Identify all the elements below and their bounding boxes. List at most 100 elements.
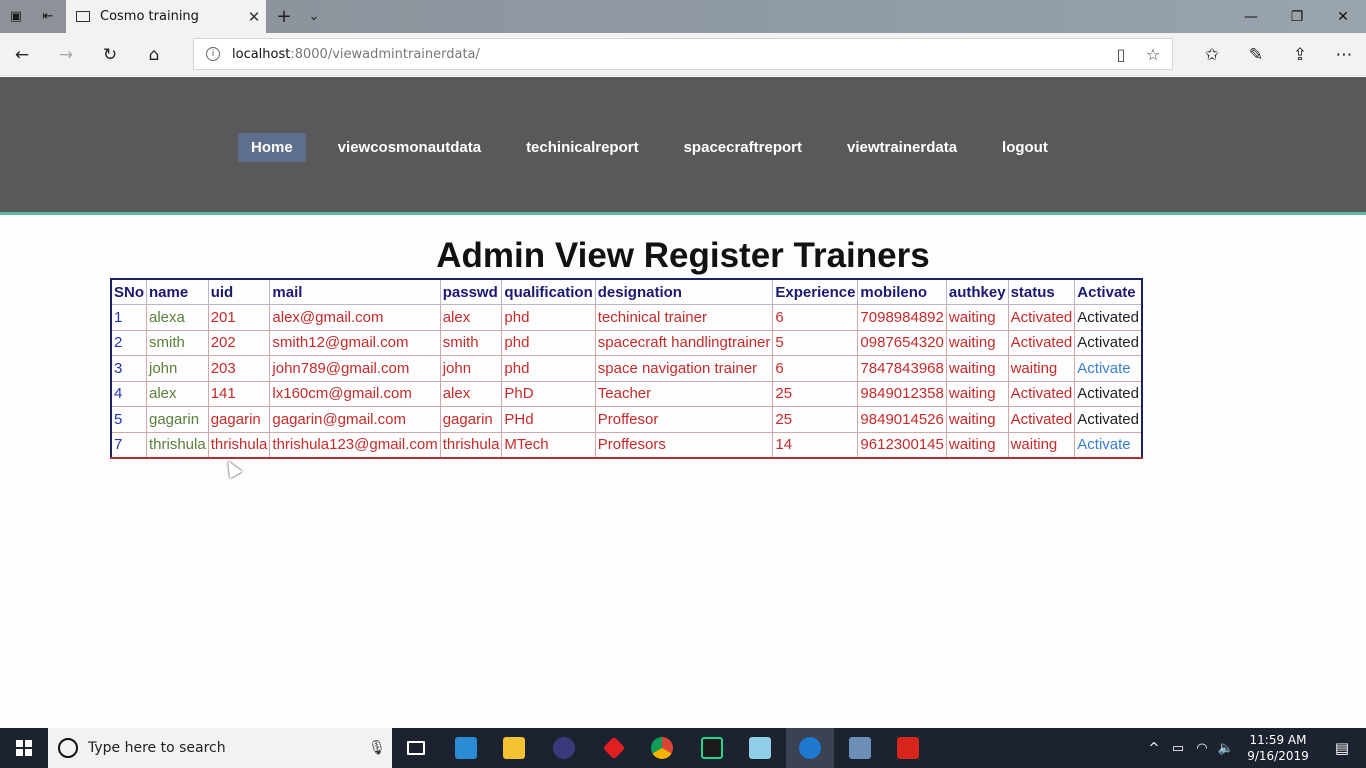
tab-manager-icon[interactable]: ▣ [0,0,32,33]
pycharm-icon[interactable] [688,728,736,768]
favorite-star-icon[interactable]: ☆ [1138,39,1168,69]
cell-authkey: waiting [945,406,1009,433]
more-icon[interactable]: ⋯ [1322,33,1366,76]
browser-tab[interactable]: Cosmo training ✕ [66,0,266,33]
cell-activate: Activate [1074,431,1143,458]
share-icon[interactable]: ⇪ [1278,33,1322,76]
vscode-icon[interactable] [442,728,490,768]
cell-passwd: alex [439,380,503,407]
edge-icon[interactable] [786,728,834,768]
mouse-cursor-icon [221,457,243,479]
table-row: 3 john 203 john789@gmail.com john phd space na… [110,355,1143,382]
wifi-icon[interactable]: ◠ [1190,741,1214,756]
clock[interactable]: 11:59 AM 9/16/2019 [1238,732,1318,764]
cell-passwd: smith [439,329,503,356]
reading-view-icon[interactable]: ▯ [1106,39,1136,69]
cell-qualification: phd [501,304,596,331]
cell-mail: thrishula123@gmail.com [269,431,441,458]
cell-mobileno: 0987654320 [857,329,947,356]
activate-link[interactable]: Activate [1077,360,1130,377]
nav-item-techinicalreport[interactable]: techinicalreport [513,133,652,162]
new-tab-icon[interactable]: + [268,0,300,33]
cell-designation: space navigation trainer [594,355,774,382]
cell-authkey: waiting [945,329,1009,356]
refresh-icon[interactable]: ↻ [88,33,132,76]
column-header-passwd: passwd [439,278,503,305]
tray-chevron-icon[interactable]: ^ [1142,741,1166,756]
page-icon [76,11,90,22]
clock-time: 11:59 AM [1249,733,1307,747]
task-view-icon[interactable] [392,728,440,768]
url-field[interactable]: i localhost :8000/viewadmintrainerdata/ … [193,38,1173,70]
home-icon[interactable]: ⌂ [132,33,176,76]
tab-preview-chevron-icon[interactable]: ⌄ [298,0,330,33]
file-explorer-icon[interactable] [490,728,538,768]
column-header-name: name [146,278,209,305]
site-info-icon[interactable]: i [206,47,220,61]
back-icon[interactable]: ← [0,33,44,76]
cell-experience: 25 [772,406,859,433]
start-button[interactable] [0,728,48,768]
volume-icon[interactable]: 🔈 [1214,741,1238,756]
cell-activate: Activated [1074,406,1143,433]
cell-sno: 2 [110,329,147,356]
cell-qualification: PHd [501,406,596,433]
url-path: :8000/viewadmintrainerdata/ [290,46,480,62]
nav-item-logout[interactable]: logout [989,133,1061,162]
cell-passwd: alex [439,304,503,331]
microphone-icon[interactable]: 🎙 [362,740,392,756]
cell-designation: Proffesors [594,431,774,458]
cell-name: alex [146,380,209,407]
close-window-icon[interactable]: ✕ [1320,0,1366,33]
cell-uid: 202 [207,329,271,356]
cell-status: waiting [1007,355,1076,382]
column-header-qualification: qualification [501,278,596,305]
mysql-icon[interactable] [836,728,884,768]
acrobat-icon[interactable] [884,728,932,768]
taskbar: Type here to search 🎙 ^ ▭ ◠ 🔈 11:59 AM 9… [0,728,1366,768]
notifications-icon[interactable]: ▤ [1318,739,1366,757]
minimize-icon[interactable]: — [1228,0,1274,33]
column-header-authkey: authkey [945,278,1009,305]
nav-item-spacecraftreport[interactable]: spacecraftreport [671,133,815,162]
nav-item-viewtrainerdata[interactable]: viewtrainerdata [834,133,970,162]
cell-name: alexa [146,304,209,331]
cell-designation: Proffesor [594,406,774,433]
favorites-list-icon[interactable]: ✩ [1190,33,1234,76]
forward-icon[interactable]: → [44,33,88,76]
cell-uid: 141 [207,380,271,407]
battery-icon[interactable]: ▭ [1166,741,1190,756]
cell-experience: 6 [772,355,859,382]
eclipse-icon[interactable] [540,728,588,768]
cell-uid: gagarin [207,406,271,433]
cell-status: Activated [1007,304,1076,331]
clock-date: 9/16/2019 [1247,749,1309,763]
restore-icon[interactable]: ❐ [1274,0,1320,33]
cell-authkey: waiting [945,355,1009,382]
pen-icon[interactable]: ✎ [1234,33,1278,76]
taskbar-search[interactable]: Type here to search 🎙 [48,728,392,768]
chrome-icon[interactable] [638,728,686,768]
cell-status: Activated [1007,380,1076,407]
cell-authkey: waiting [945,431,1009,458]
nav-item-home[interactable]: Home [238,133,306,162]
cell-mobileno: 9849012358 [857,380,947,407]
set-aside-tabs-icon[interactable]: ⇤ [32,0,64,33]
cell-status: waiting [1007,431,1076,458]
cell-status: Activated [1007,329,1076,356]
cell-authkey: waiting [945,380,1009,407]
url-host: localhost [232,46,291,62]
site-header: Home viewcosmonautdata techinicalreport spa… [0,77,1366,215]
table-row: 5 gagarin gagarin gagarin@gmail.com gagarin P… [110,406,1143,433]
address-bar-row: ← → ↻ ⌂ i localhost :8000/viewadmintrain… [0,33,1366,76]
page-title: Admin View Register Trainers [436,236,930,275]
git-app-icon[interactable] [590,728,638,768]
nav-item-viewcosmonautdata[interactable]: viewcosmonautdata [325,133,494,162]
cell-activate: Activated [1074,329,1143,356]
close-tab-icon[interactable]: ✕ [242,8,266,26]
activate-link[interactable]: Activate [1077,436,1130,453]
windows-logo-icon [16,740,32,756]
cell-passwd: john [439,355,503,382]
cell-mail: alex@gmail.com [269,304,441,331]
notepad-icon[interactable] [736,728,784,768]
